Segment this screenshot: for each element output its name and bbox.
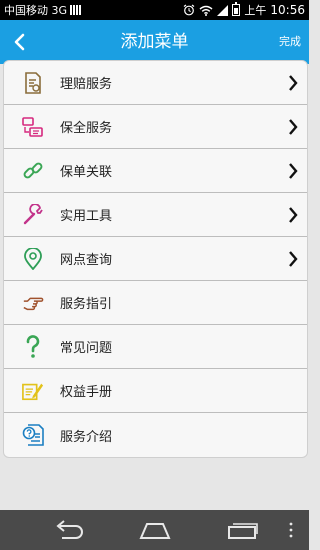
menu-item-label: 服务介绍 (60, 429, 113, 445)
carrier-label: 中国移动 3G (4, 4, 68, 17)
signal-strength-icon (217, 4, 229, 16)
menu-item-label: 网点查询 (60, 253, 113, 268)
menu-list: 理赔服务 保全服务 保单关联 实用工具 网点查询 服务指引 常见问题 权益手册 … (3, 60, 308, 458)
help-document-icon (22, 424, 44, 446)
data-signal-icon (70, 5, 82, 15)
battery-icon (232, 2, 241, 16)
service-blocks-icon (22, 116, 44, 138)
clock-time: 10:56 (270, 3, 305, 17)
menu-dots-icon[interactable] (288, 518, 294, 546)
time-prefix: 上午 (244, 4, 267, 17)
menu-item-tools[interactable]: 实用工具 (4, 193, 307, 237)
claim-document-icon (22, 71, 44, 94)
menu-item-policy-service[interactable]: 保全服务 (4, 105, 307, 149)
menu-item-label: 理赔服务 (60, 77, 113, 92)
done-button[interactable]: 完成 (279, 20, 301, 64)
menu-item-service-guide[interactable]: 服务指引 (4, 281, 307, 325)
menu-item-label: 实用工具 (60, 209, 113, 224)
back-nav-icon[interactable] (52, 518, 86, 546)
menu-item-label: 服务指引 (60, 297, 113, 312)
menu-item-rights-manual[interactable]: 权益手册 (4, 369, 307, 413)
menu-item-claims[interactable]: 理赔服务 (4, 61, 307, 105)
chevron-right-icon (289, 207, 298, 223)
status-bar: 中国移动 3G 上午 10:56 (0, 0, 309, 20)
page-title: 添加菜单 (120, 32, 189, 52)
chevron-right-icon (289, 251, 298, 267)
menu-item-policy-link[interactable]: 保单关联 (4, 149, 307, 193)
menu-item-branch-search[interactable]: 网点查询 (4, 237, 307, 281)
title-bar: 添加菜单 完成 (0, 20, 309, 64)
link-icon (22, 160, 44, 182)
wrench-icon (22, 203, 44, 226)
menu-item-label: 保单关联 (60, 165, 113, 180)
chevron-right-icon (289, 119, 298, 135)
menu-item-label: 常见问题 (60, 341, 113, 356)
menu-item-label: 保全服务 (60, 121, 113, 136)
wifi-icon (199, 5, 213, 16)
question-mark-icon (22, 334, 44, 358)
chevron-right-icon (289, 75, 298, 91)
navigation-bar (0, 510, 309, 550)
menu-item-service-intro[interactable]: 服务介绍 (4, 413, 307, 457)
pointing-hand-icon (22, 292, 44, 314)
menu-item-faq[interactable]: 常见问题 (4, 325, 307, 369)
pencil-note-icon (22, 380, 44, 402)
alarm-icon (184, 4, 195, 16)
location-pin-icon (22, 247, 44, 270)
recent-apps-icon[interactable] (226, 518, 260, 546)
home-nav-icon[interactable] (138, 518, 172, 546)
menu-item-label: 权益手册 (60, 385, 113, 400)
chevron-right-icon (289, 163, 298, 179)
